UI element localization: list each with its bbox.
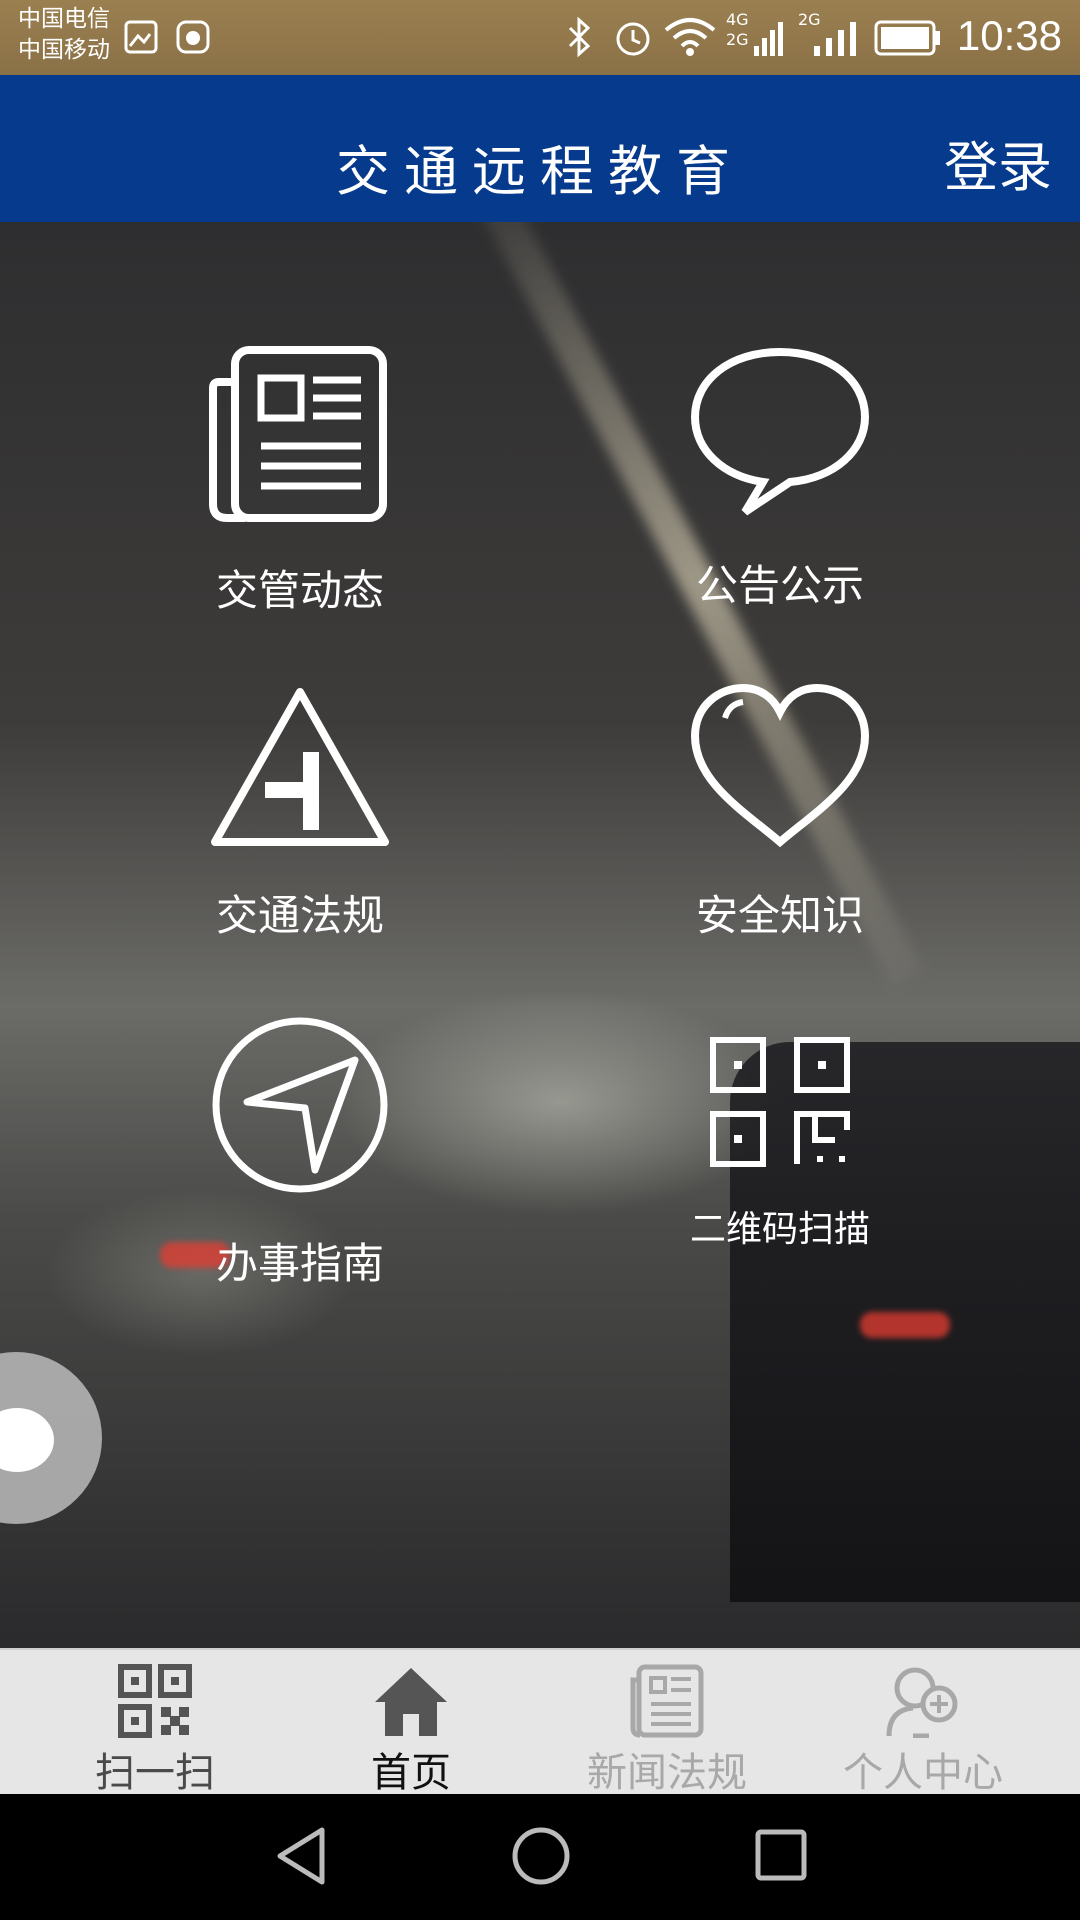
heart-icon — [690, 683, 870, 848]
back-icon[interactable] — [272, 1824, 328, 1888]
tab-scan[interactable]: 扫一扫 — [20, 1650, 290, 1796]
home-circle-icon[interactable] — [510, 1824, 572, 1888]
page-title: 交通远程教育 — [336, 140, 744, 203]
recents-icon[interactable] — [752, 1824, 808, 1888]
tab-label: 新闻法规 — [587, 1750, 747, 1796]
menu-item-label: 交管动态 — [215, 566, 384, 615]
signal-icon-2 — [814, 22, 856, 56]
menu-item-label: 交通法规 — [215, 891, 384, 940]
menu-item-announcements[interactable]: 公告公示 — [620, 342, 940, 642]
menu-item-safety-knowledge[interactable]: 安全知识 — [620, 682, 940, 982]
bottom-tab-bar: 扫一扫 首页 新闻法规 个人中心 — [0, 1648, 1080, 1796]
carrier-1: 中国电信 — [18, 6, 110, 32]
newspaper-icon — [630, 1664, 704, 1738]
network-type-1: 4G — [726, 10, 749, 29]
battery-icon — [874, 20, 940, 56]
tab-label: 扫一扫 — [95, 1750, 215, 1796]
tab-personal-center[interactable]: 个人中心 — [788, 1650, 1058, 1796]
status-bar: 中国电信 中国移动 4G 2G 2G 10:38 — [0, 0, 1080, 75]
menu-item-qr-scan[interactable]: 二维码扫描 — [620, 1022, 940, 1322]
tab-home[interactable]: 首页 — [276, 1650, 546, 1796]
home-icon — [375, 1668, 447, 1736]
qr-code-icon — [118, 1664, 192, 1738]
floating-assistive-button[interactable] — [0, 1352, 102, 1524]
user-add-icon — [886, 1667, 958, 1738]
qr-code-icon — [710, 1037, 850, 1167]
menu-item-traffic-news[interactable]: 交管动态 — [140, 342, 460, 642]
signal-icon — [754, 22, 783, 56]
menu-item-label: 公告公示 — [695, 561, 864, 610]
system-nav-bar — [0, 1794, 1080, 1920]
tab-label: 个人中心 — [843, 1750, 1003, 1796]
huawei-icon — [176, 20, 210, 54]
login-button[interactable]: 登录 — [944, 123, 1052, 202]
newspaper-icon — [209, 346, 387, 522]
traffic-sign-icon — [211, 688, 389, 846]
menu-item-service-guide[interactable]: 办事指南 — [140, 1010, 460, 1310]
menu-item-label: 安全知识 — [695, 891, 864, 940]
menu-item-label: 二维码扫描 — [689, 1209, 870, 1250]
bluetooth-icon — [568, 16, 591, 58]
app-header: 交通远程教育 登录 — [0, 75, 1080, 222]
tab-label: 首页 — [371, 1750, 451, 1796]
image-icon — [124, 20, 158, 54]
main-menu-area: 交管动态 公告公示 交通法规 安全知识 办事指南 二维码扫描 — [0, 222, 1080, 1648]
network-type-2: 2G — [726, 30, 749, 49]
alarm-icon — [616, 22, 650, 56]
speech-bubble-icon — [690, 347, 870, 516]
floating-button-dot — [0, 1408, 54, 1472]
carrier-info: 中国电信 中国移动 — [18, 4, 110, 66]
wifi-icon — [664, 18, 716, 56]
tab-news-laws[interactable]: 新闻法规 — [532, 1650, 802, 1796]
clock: 10:38 — [956, 12, 1062, 59]
menu-item-traffic-laws[interactable]: 交通法规 — [140, 682, 460, 982]
compass-icon — [212, 1017, 388, 1193]
menu-item-label: 办事指南 — [215, 1239, 384, 1288]
carrier-2: 中国移动 — [18, 37, 110, 63]
